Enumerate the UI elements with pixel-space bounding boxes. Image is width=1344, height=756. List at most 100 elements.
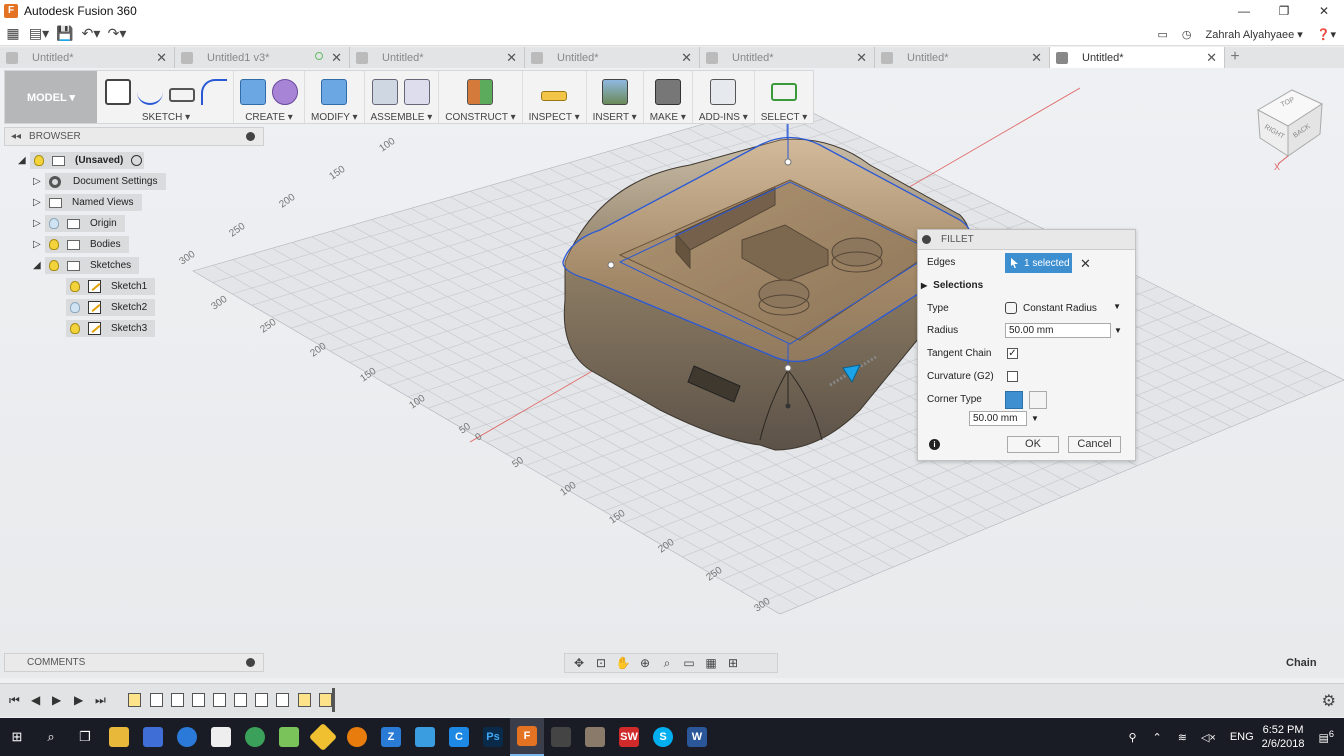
scripts-addins-icon[interactable]	[710, 78, 737, 105]
timeline-feature-icon[interactable]	[276, 693, 289, 707]
3d-viewport[interactable]: 100 150 200 250 300 300 250 200 150 100 50 0 50 100 15…	[0, 68, 1344, 678]
sourcetree-icon[interactable]	[306, 718, 340, 756]
chrome-icon[interactable]	[238, 718, 272, 756]
document-tab[interactable]: Untitled* ✕	[525, 47, 700, 68]
people-icon[interactable]: ⚲	[1128, 731, 1136, 744]
timeline-feature-icon[interactable]	[319, 693, 332, 707]
sketchbook-icon[interactable]	[408, 718, 442, 756]
close-tab-icon[interactable]: ✕	[856, 50, 867, 66]
timeline-feature-icon[interactable]	[213, 693, 226, 707]
visibility-bulb-icon[interactable]	[49, 218, 59, 229]
document-tab-active[interactable]: Untitled* ✕	[1050, 47, 1225, 68]
rectangle-icon[interactable]	[169, 87, 195, 102]
zoom-icon[interactable]: ⊕	[637, 656, 653, 670]
clear-selection-icon[interactable]: ✕	[1080, 256, 1091, 272]
timeline-feature-icon[interactable]	[171, 693, 184, 707]
collapse-icon[interactable]: ◢	[33, 260, 45, 271]
form-icon[interactable]	[272, 78, 298, 105]
help-icon[interactable]: ❓▾	[1317, 28, 1336, 41]
close-tab-icon[interactable]: ✕	[331, 50, 342, 66]
visibility-bulb-icon[interactable]	[70, 281, 80, 292]
selections-section[interactable]: ▶ Selections	[921, 280, 983, 291]
corner-dropdown-icon[interactable]: ▼	[1031, 414, 1039, 423]
new-component-icon[interactable]	[372, 78, 399, 105]
select-group[interactable]: SELECT ▾	[755, 71, 814, 123]
expand-icon[interactable]: ▷	[33, 218, 45, 229]
fit-icon[interactable]: ⌕	[659, 656, 675, 670]
close-tab-icon[interactable]: ✕	[681, 50, 692, 66]
document-tab[interactable]: Untitled* ✕	[700, 47, 875, 68]
type-dropdown[interactable]: Constant Radius ▼	[1005, 299, 1123, 317]
timeline-feature-icon[interactable]	[298, 693, 311, 707]
visibility-bulb-icon[interactable]	[34, 155, 44, 166]
browser-item-sketches[interactable]: ◢ Sketches	[33, 257, 140, 274]
insert-group[interactable]: INSERT ▾	[587, 71, 644, 123]
look-at-icon[interactable]: ⊡	[593, 656, 609, 670]
corner-setback-icon[interactable]	[1029, 391, 1047, 409]
visibility-bulb-icon[interactable]	[70, 323, 80, 334]
app-z-icon[interactable]: Z	[374, 718, 408, 756]
tangent-chain-checkbox[interactable]: ✓	[1007, 348, 1018, 359]
info-icon[interactable]: i	[929, 439, 940, 450]
create-group[interactable]: CREATE ▾	[234, 71, 305, 123]
close-window-button[interactable]: ✕	[1304, 0, 1344, 22]
browser-item-sketch[interactable]: Sketch1	[66, 278, 156, 295]
notifications-icon[interactable]: ▤6	[1319, 729, 1335, 745]
document-tab[interactable]: Untitled1 v3* ✕	[175, 47, 350, 68]
create-sketch-icon[interactable]	[105, 78, 131, 105]
corner-value-input[interactable]: 50.00 mm	[969, 411, 1027, 426]
comments-panel[interactable]: COMMENTS	[4, 653, 264, 672]
orbit-icon[interactable]: ✥	[571, 656, 587, 670]
file-menu-icon[interactable]: ▤▾	[26, 22, 52, 46]
select-icon[interactable]	[771, 82, 798, 101]
browser-item-document-settings[interactable]: ▷ Document Settings	[33, 173, 166, 190]
add-comment-icon[interactable]	[246, 658, 255, 667]
timeline-feature-icon[interactable]	[128, 693, 141, 707]
minimize-button[interactable]: —	[1224, 0, 1264, 22]
job-status-icon[interactable]: ▭	[1158, 28, 1168, 41]
data-panel-grid-icon[interactable]: ▦	[0, 22, 26, 46]
insert-image-icon[interactable]	[601, 78, 628, 105]
close-tab-icon[interactable]: ✕	[506, 50, 517, 66]
radius-input[interactable]: 50.00 mm	[1005, 323, 1111, 338]
new-tab-button[interactable]: +	[1225, 47, 1245, 68]
arc-icon[interactable]	[201, 78, 227, 105]
expand-icon[interactable]: ▷	[33, 176, 45, 187]
3d-print-icon[interactable]	[654, 78, 681, 105]
app-image-icon[interactable]	[578, 718, 612, 756]
close-tab-icon[interactable]: ✕	[1031, 50, 1042, 66]
task-view-icon[interactable]: ❐	[68, 718, 102, 756]
go-to-end-icon[interactable]: ⏭	[95, 693, 106, 708]
browser-edge-icon[interactable]	[170, 718, 204, 756]
notepad-icon[interactable]	[272, 718, 306, 756]
timeline-feature-icon[interactable]	[192, 693, 205, 707]
timeline-feature-icon[interactable]	[150, 693, 163, 707]
language-indicator[interactable]: ENG	[1230, 731, 1254, 743]
collapse-icon[interactable]: ◢	[18, 155, 30, 166]
document-tab[interactable]: Untitled* ✕	[0, 47, 175, 68]
expand-icon[interactable]: ▷	[33, 197, 45, 208]
extrude-icon[interactable]	[240, 78, 266, 105]
expand-icon[interactable]: ▷	[33, 239, 45, 250]
pan-hand-icon[interactable]: ✋	[615, 656, 631, 670]
app-gear-icon[interactable]	[544, 718, 578, 756]
search-icon[interactable]: ⌕	[34, 718, 68, 756]
cancel-button[interactable]: Cancel	[1068, 436, 1121, 453]
fusion360-taskbar-icon[interactable]: F	[510, 718, 544, 756]
collapse-dialog-icon[interactable]	[922, 235, 931, 244]
browser-item-bodies[interactable]: ▷ Bodies	[33, 236, 129, 253]
browser-header[interactable]: ◂◂ BROWSER	[4, 127, 264, 146]
step-forward-icon[interactable]: ▶	[74, 693, 83, 707]
volume-icon[interactable]: ◁×	[1201, 731, 1216, 744]
tray-chevron-icon[interactable]: ⌃	[1153, 731, 1162, 744]
store-icon[interactable]	[136, 718, 170, 756]
ok-button[interactable]: OK	[1007, 436, 1059, 453]
browser-item-sketch[interactable]: Sketch2	[66, 299, 156, 316]
browser-item-origin[interactable]: ▷ Origin	[33, 215, 125, 232]
browser-root[interactable]: ◢ (Unsaved)	[18, 152, 145, 169]
collapse-browser-icon[interactable]: ◂◂	[11, 131, 21, 142]
play-icon[interactable]: ▶	[52, 693, 61, 707]
workspace-switcher[interactable]: MODEL ▾	[5, 71, 97, 123]
curvature-checkbox[interactable]	[1007, 371, 1018, 382]
restore-button[interactable]: ❐	[1264, 0, 1304, 22]
